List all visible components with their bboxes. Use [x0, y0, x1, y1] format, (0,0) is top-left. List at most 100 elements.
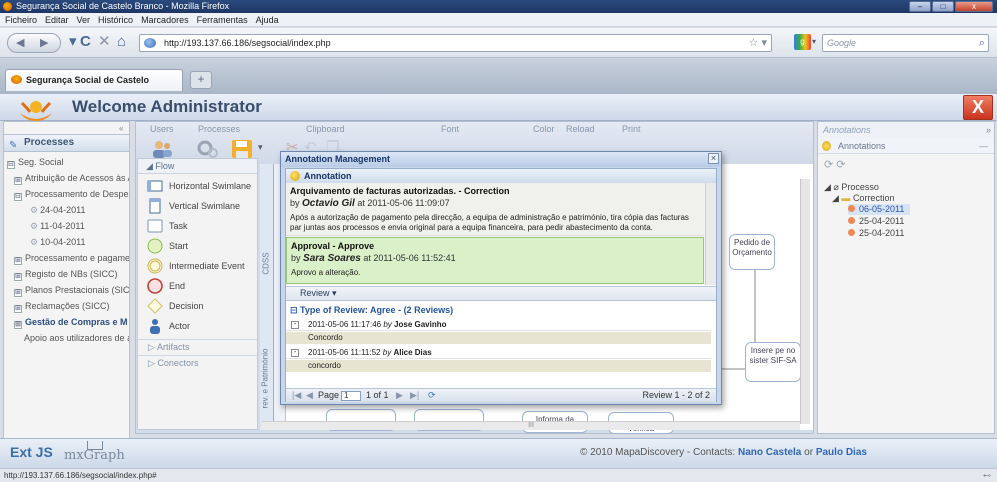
tab-favicon-icon	[11, 75, 22, 84]
palette-item-end[interactable]: End	[147, 277, 185, 295]
last-page-icon[interactable]: ▶|	[410, 389, 419, 402]
app-close-button[interactable]: X	[963, 95, 993, 120]
palette-item-start[interactable]: Start	[147, 237, 188, 255]
maximize-button[interactable]: □	[932, 1, 954, 12]
first-page-icon[interactable]: |◀	[292, 389, 301, 402]
search-icon[interactable]: ⌕	[979, 35, 985, 51]
tree-node[interactable]: Apoio aos utilizadores de a	[4, 330, 129, 346]
review-row[interactable]: - 2011-05-06 11:17:46 by Jose Gavinho	[286, 318, 711, 331]
annotation-tree-node[interactable]: 25-04-2011	[848, 216, 904, 227]
refresh-icon[interactable]: ⟳	[428, 389, 436, 402]
annotation-tree-node[interactable]: 25-04-2011	[848, 228, 904, 239]
annotation-tree-node[interactable]: ◢ ⌀ Processo	[824, 182, 879, 193]
url-field[interactable]: http://193.137.66.186/segsocial/index.ph…	[139, 34, 772, 52]
tree-toggle-icon[interactable]: ⊟	[14, 193, 22, 201]
menu-marcadores[interactable]: Marcadores	[141, 13, 189, 26]
browser-tab[interactable]: Segurança Social de Castelo Branco	[5, 69, 183, 105]
entry-byline: by Sara Soares at 2011-05-06 11:52:41	[291, 252, 699, 265]
expand-panel-icon[interactable]: »	[986, 122, 991, 138]
tree-toggle-icon[interactable]: ⊞	[14, 273, 22, 281]
page-number-input[interactable]: 1	[341, 391, 361, 401]
menu-historico[interactable]: Histórico	[98, 13, 133, 26]
save-dropdown-icon[interactable]: ▾	[258, 142, 263, 153]
annotation-entry[interactable]: Arquivamento de facturas autorizadas. - …	[286, 183, 704, 236]
annotations-panel-header[interactable]: Annotations »	[818, 122, 994, 138]
tree-node[interactable]: ⚙ 24-04-2011	[4, 202, 129, 218]
menu-ferramentas[interactable]: Ferramentas	[197, 13, 248, 26]
tree-node[interactable]: ⊞ Registo de NBs (SICC)	[4, 266, 129, 282]
annotations-subheader[interactable]: Annotations —	[818, 138, 994, 154]
minimize-button[interactable]: –	[909, 1, 931, 12]
contact-link-2[interactable]: Paulo Dias	[816, 447, 867, 458]
palette-section-artifacts[interactable]: ▷ Artifacts	[138, 339, 257, 354]
review-type-header[interactable]: ⊟ Type of Review: Agree - (2 Reviews)	[286, 303, 716, 317]
contact-link-1[interactable]: Nano Castela	[738, 447, 801, 458]
stop-icon[interactable]: ✕	[98, 34, 111, 50]
palette-item-vertical-swimlane[interactable]: Vertical Swimlane	[147, 197, 240, 215]
tree-toggle-icon[interactable]: ⊞	[14, 257, 22, 265]
forward-arrow-icon[interactable]: ▶	[40, 36, 48, 49]
tree-toggle-icon[interactable]: ⊞	[14, 305, 22, 313]
search-engine-dropdown-icon[interactable]: ▾	[812, 34, 816, 50]
annotation-tree-node[interactable]: ◢ ▬ Correction	[832, 193, 894, 204]
palette-item-task[interactable]: Task	[147, 217, 188, 235]
dropdown-icon[interactable]: ▾	[69, 34, 77, 50]
save-icon[interactable]	[230, 138, 254, 160]
processes-header[interactable]: ✎ Processes	[4, 134, 129, 152]
back-forward-buttons[interactable]: ◀ ▶	[7, 33, 61, 53]
dialog-close-button[interactable]: ×	[708, 153, 719, 164]
annotation-tree-node[interactable]: 06-05-2011	[848, 204, 911, 215]
row-toggle-icon[interactable]: -	[291, 349, 299, 357]
users-icon[interactable]	[150, 138, 174, 160]
entry-timestamp: at 2011-05-06 11:52:41	[363, 253, 456, 263]
toolbar-group-clipboard: Clipboard	[306, 124, 345, 134]
refresh-icons[interactable]: ⟳⟳	[824, 158, 848, 171]
tree-toggle-icon[interactable]: ⊞	[14, 321, 22, 329]
palette-header[interactable]: ◢ Flow	[138, 159, 257, 174]
palette-item-intermediate-event[interactable]: Intermediate Event	[147, 257, 245, 275]
palette-item-actor[interactable]: Actor	[147, 317, 190, 335]
menu-editar[interactable]: Editar	[45, 13, 69, 26]
tree-node[interactable]: ⚙ 10-04-2011	[4, 234, 129, 250]
app-logo-icon	[20, 101, 52, 121]
tree-toggle-icon[interactable]: ⊟	[7, 161, 15, 169]
minimize-icon[interactable]: —	[979, 138, 988, 154]
prev-page-icon[interactable]: ◀	[306, 389, 313, 402]
row-toggle-icon[interactable]: -	[291, 321, 299, 329]
menu-ficheiro[interactable]: Ficheiro	[5, 13, 37, 26]
back-arrow-icon[interactable]: ◀	[16, 36, 24, 49]
palette-item-label: Actor	[169, 321, 191, 331]
tree-toggle-icon[interactable]: ⊞	[14, 289, 22, 297]
collapse-panel-icon[interactable]: «	[119, 124, 123, 133]
bookmark-star-icon[interactable]: ☆ ▾	[749, 35, 767, 51]
review-button[interactable]: Review ▾	[300, 288, 337, 298]
window-close-button[interactable]: x	[955, 1, 993, 12]
palette-item-horizontal-swimlane[interactable]: Horizontal Swimlane	[147, 177, 251, 195]
canvas-vertical-scrollbar[interactable]	[800, 179, 810, 424]
tree-node[interactable]: ⊞ Reclamações (SICC)	[4, 298, 129, 314]
reload-icon[interactable]: C	[80, 34, 91, 50]
dialog-title[interactable]: Annotation Management	[281, 152, 721, 167]
menu-ajuda[interactable]: Ajuda	[256, 13, 279, 26]
tree-node[interactable]: ⊞ Planos Prestacionais (SICC	[4, 282, 129, 298]
gears-icon[interactable]	[196, 138, 220, 160]
menu-ver[interactable]: Ver	[77, 13, 91, 26]
canvas-horizontal-scrollbar[interactable]: III	[262, 421, 800, 430]
tree-node[interactable]: ⊟ Seg. Social	[4, 154, 129, 170]
tree-node[interactable]: ⊞Atribuição de Acessos às Apl.	[4, 170, 129, 186]
home-icon[interactable]: ⌂	[117, 34, 126, 50]
search-engine-icon[interactable]: g	[794, 34, 811, 50]
search-input[interactable]: Google ⌕	[822, 34, 989, 52]
palette-section-conectors[interactable]: ▷ Conectors	[138, 355, 257, 370]
next-page-icon[interactable]: ▶	[396, 389, 403, 402]
new-tab-button[interactable]: +	[190, 71, 212, 89]
tree-node[interactable]: ⚙ 11-04-2011	[4, 218, 129, 234]
tree-node[interactable]: ⊞ Gestão de Compras e M	[4, 314, 129, 330]
entries-scrollbar[interactable]	[705, 183, 716, 285]
tree-toggle-icon[interactable]: ⊞	[14, 177, 22, 185]
annotation-entry-approved[interactable]: Approval - Approve by Sara Soares at 201…	[286, 237, 704, 284]
tree-node[interactable]: ⊞ Processamento e pagamen	[4, 250, 129, 266]
tree-node[interactable]: ⊟Processamento de Despesas	[4, 186, 129, 202]
review-row[interactable]: - 2011-05-06 11:11:52 by Alice Dias	[286, 346, 711, 359]
palette-item-decision[interactable]: Decision	[147, 297, 204, 315]
